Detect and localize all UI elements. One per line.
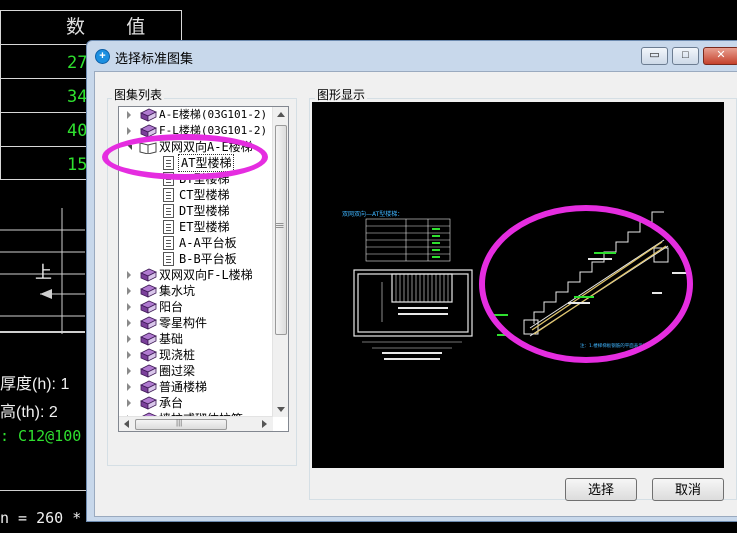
scroll-down-icon[interactable] [277, 407, 285, 412]
collapsed-arrow-icon[interactable] [127, 111, 131, 119]
tree-item-label: 基础 [159, 332, 184, 346]
tree-folder-item[interactable]: A-E楼梯(03G101-2) [119, 107, 273, 123]
tree-folder-item[interactable]: 集水坑 [119, 283, 273, 299]
tree-group-label: 图集列表 [112, 86, 165, 103]
document-icon [163, 220, 174, 234]
tree-horizontal-scrollbar[interactable]: ||| [119, 416, 273, 431]
document-icon [163, 236, 174, 250]
minimize-icon: ▭ [649, 49, 660, 61]
book-icon [139, 300, 157, 314]
bg-table-value: 40 [67, 121, 88, 141]
collapsed-arrow-icon[interactable] [127, 319, 131, 327]
drawing-title: 双网双向—AT型楼梯： [342, 210, 403, 218]
tree-vertical-scrollbar[interactable]: ||| [272, 107, 288, 417]
tree-leaf-item[interactable]: ET型楼梯 [119, 219, 273, 235]
tree-item-label: 零星构件 [159, 316, 208, 330]
highlight-ellipse-drawing [479, 205, 693, 363]
tree-item-label: 普通楼梯 [159, 380, 208, 394]
book-icon [139, 396, 157, 410]
tree-folder-item[interactable]: 零星构件 [119, 315, 273, 331]
tree-item-label: 双网双向F-L楼梯 [159, 268, 253, 282]
tree-folder-item[interactable]: 基础 [119, 331, 273, 347]
bg-table-value: 15 [67, 155, 88, 175]
tree-item-label: B-B平台板 [179, 252, 237, 266]
document-icon [163, 204, 174, 218]
tree-leaf-item[interactable]: CT型楼梯 [119, 187, 273, 203]
tree-item-label: 阳台 [159, 300, 184, 314]
scroll-left-icon[interactable] [124, 420, 129, 428]
bg-tread-label: 高(th): 2 [0, 404, 58, 421]
book-icon [139, 364, 157, 378]
collapsed-arrow-icon[interactable] [127, 351, 131, 359]
highlight-ellipse-tree [102, 134, 268, 180]
bg-up-label: 上 [35, 263, 52, 282]
tree-leaf-item[interactable]: B-B平台板 [119, 251, 273, 267]
scroll-up-icon[interactable] [277, 112, 285, 117]
bg-table-value: 27 [67, 53, 88, 73]
tree-vertical-scroll-thumb[interactable]: ||| [275, 125, 287, 335]
close-button[interactable]: ✕ [703, 47, 737, 65]
tree-leaf-item[interactable]: DT型楼梯 [119, 203, 273, 219]
bg-rebar-label: : C12@100 [0, 427, 82, 445]
tree-folder-item[interactable]: 承台 [119, 395, 273, 411]
tree-item-label: ET型楼梯 [179, 220, 230, 234]
book-icon [139, 348, 157, 362]
scroll-grip-icon: ||| [275, 222, 285, 229]
bg-bottom-label: n = 260 * [0, 509, 82, 527]
book-icon [139, 332, 157, 346]
book-icon [139, 316, 157, 330]
app-icon: + [95, 49, 110, 64]
tree-folder-item[interactable]: 阳台 [119, 299, 273, 315]
collapsed-arrow-icon[interactable] [127, 271, 131, 279]
tree-folder-item[interactable]: 双网双向F-L楼梯 [119, 267, 273, 283]
scroll-grip-icon: ||| [176, 418, 183, 427]
parameter-table [365, 218, 451, 262]
close-icon: ✕ [716, 49, 726, 61]
tree-leaf-item[interactable]: A-A平台板 [119, 235, 273, 251]
tree-item-label: DT型楼梯 [179, 204, 230, 218]
tree-item-label: 现浇桩 [159, 348, 196, 362]
cancel-button[interactable]: 取消 [652, 478, 724, 501]
collapsed-arrow-icon[interactable] [127, 367, 131, 375]
book-icon [139, 108, 157, 122]
minimize-button[interactable]: ▭ [641, 47, 668, 65]
collapsed-arrow-icon[interactable] [127, 287, 131, 295]
scroll-right-icon[interactable] [262, 420, 267, 428]
tree-folder-item[interactable]: 现浇桩 [119, 347, 273, 363]
collapsed-arrow-icon[interactable] [127, 399, 131, 407]
collapsed-arrow-icon[interactable] [127, 383, 131, 391]
tree-item-label: A-E楼梯(03G101-2) [159, 108, 268, 121]
title-bar[interactable]: + 选择标准图集 ▭ □ ✕ [87, 41, 737, 71]
bg-table-value: 34 [67, 87, 88, 107]
stair-plan-view [353, 269, 473, 337]
collapsed-arrow-icon[interactable] [127, 303, 131, 311]
preview-group-label: 图形显示 [315, 86, 368, 103]
tree-item-label: 圈过梁 [159, 364, 196, 378]
collapsed-arrow-icon[interactable] [127, 335, 131, 343]
tree-folder-item[interactable]: 普通楼梯 [119, 379, 273, 395]
tree-item-label: 集水坑 [159, 284, 196, 298]
document-icon [163, 188, 174, 202]
bg-height-label: 厚度(h): 1 [0, 376, 70, 393]
book-icon [139, 268, 157, 282]
dialog-title: 选择标准图集 [115, 51, 194, 66]
book-icon [139, 380, 157, 394]
tree-folder-item[interactable]: 圈过梁 [119, 363, 273, 379]
book-icon [139, 284, 157, 298]
collapsed-arrow-icon[interactable] [127, 127, 131, 135]
select-button[interactable]: 选择 [565, 478, 637, 501]
tree-item-label: 承台 [159, 396, 184, 410]
document-icon [163, 252, 174, 266]
maximize-icon: □ [682, 49, 689, 61]
tree-item-label: CT型楼梯 [179, 188, 230, 202]
tree-item-label: A-A平台板 [179, 236, 237, 250]
maximize-button[interactable]: □ [672, 47, 699, 65]
tree-horizontal-scroll-thumb[interactable]: ||| [135, 418, 227, 430]
